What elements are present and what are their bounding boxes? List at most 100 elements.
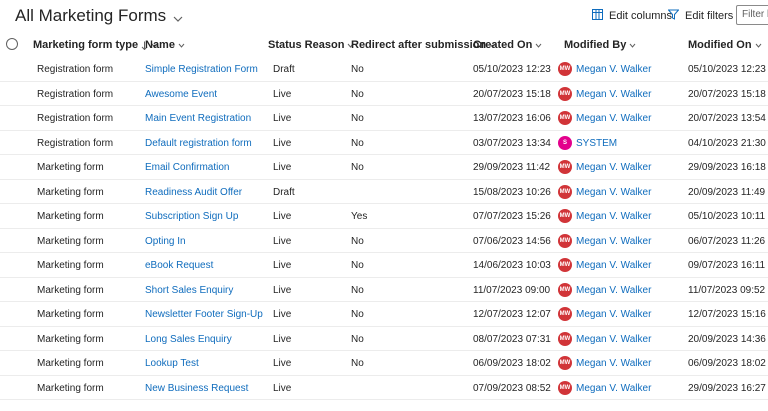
cell-created: 05/10/2023 12:23 [473, 64, 551, 75]
cell-created: 03/07/2023 13:34 [473, 137, 551, 149]
cell-status: Live [273, 260, 292, 271]
cell-modified-on: 06/09/2023 18:02 [688, 358, 766, 369]
cell-modified-by-link[interactable]: Megan V. Walker [576, 211, 651, 222]
column-header-created[interactable]: Created On [473, 39, 542, 51]
cell-modified-by-link[interactable]: Megan V. Walker [576, 309, 651, 320]
cell-status: Live [273, 382, 292, 394]
edit-columns-label: Edit columns [609, 10, 672, 22]
table-row[interactable]: Marketing form Readiness Audit Offer Draft… [0, 180, 768, 204]
cell-type: Marketing form [37, 284, 104, 296]
column-header-status[interactable]: Status Reason [268, 39, 354, 51]
cell-name-link[interactable]: Simple Registration Form [145, 64, 258, 75]
view-selector[interactable]: All Marketing Forms [15, 6, 184, 26]
table-row[interactable]: Marketing form Subscription Sign Up Live Ye… [0, 204, 768, 229]
cell-created: 07/06/2023 14:56 [473, 235, 551, 247]
cell-modified-by-link[interactable]: SYSTEM [576, 138, 617, 149]
cell-created: 08/07/2023 07:31 [473, 333, 551, 345]
cell-modified-by-link[interactable]: Megan V. Walker [576, 260, 651, 271]
cell-created: 13/07/2023 16:06 [473, 113, 551, 124]
cell-modified-on: 20/07/2023 15:18 [688, 88, 766, 100]
cell-modified-on: 20/09/2023 11:49 [688, 186, 766, 198]
cell-modified-by-link[interactable]: Megan V. Walker [576, 358, 651, 369]
cell-name-link[interactable]: Opting In [145, 236, 186, 247]
edit-columns-button[interactable]: Edit columns [592, 9, 672, 23]
cell-modified-on: 05/10/2023 12:23 [688, 64, 766, 75]
table-row[interactable]: Marketing form New Business Request Live 07… [0, 376, 768, 400]
cell-redirect: No [351, 88, 364, 100]
cell-name-link[interactable]: Long Sales Enquiry [145, 334, 232, 345]
table-row[interactable]: Marketing form Short Sales Enquiry Live No 1… [0, 278, 768, 302]
cell-name-link[interactable]: Readiness Audit Offer [145, 187, 242, 198]
page-title: All Marketing Forms [15, 6, 167, 25]
cell-redirect: No [351, 137, 364, 149]
cell-status: Live [273, 113, 292, 124]
cell-name-link[interactable]: eBook Request [145, 260, 213, 271]
column-header-modified-by[interactable]: Modified By [564, 39, 636, 51]
cell-redirect: No [351, 64, 364, 75]
avatar: MW [558, 160, 572, 174]
cell-status: Live [273, 358, 292, 369]
cell-name-link[interactable]: Main Event Registration [145, 113, 251, 124]
cell-name-link[interactable]: Default registration form [145, 138, 252, 149]
column-header-modified-on[interactable]: Modified On [688, 39, 762, 51]
table-row[interactable]: Registration form Main Event Registration… [0, 106, 768, 131]
cell-modified-by-link[interactable]: Megan V. Walker [576, 113, 651, 124]
cell-status: Live [273, 88, 292, 100]
cell-type: Marketing form [37, 382, 104, 394]
cell-name-link[interactable]: New Business Request [145, 383, 248, 394]
cell-modified-on: 29/09/2023 16:27 [688, 382, 766, 394]
table-row[interactable]: Marketing form Long Sales Enquiry Live No 08… [0, 327, 768, 351]
column-header-type[interactable]: Marketing form type [33, 39, 158, 51]
cell-created: 07/09/2023 08:52 [473, 382, 551, 394]
cell-created: 12/07/2023 12:07 [473, 309, 551, 320]
filter-keyword-input[interactable]: Filter by keyword [736, 5, 768, 25]
cell-redirect: No [351, 260, 364, 271]
cell-redirect: No [351, 284, 364, 296]
cell-redirect: No [351, 333, 364, 345]
table-row[interactable]: Registration form Awesome Event Live No 20/0… [0, 82, 768, 106]
table-row[interactable]: Registration form Default registration fo… [0, 131, 768, 155]
cell-created: 06/09/2023 18:02 [473, 358, 551, 369]
table-row[interactable]: Marketing form eBook Request Live No 14/06/2… [0, 253, 768, 278]
cell-type: Registration form [37, 88, 114, 100]
cell-created: 15/08/2023 10:26 [473, 186, 551, 198]
cell-created: 11/07/2023 09:00 [473, 284, 551, 296]
table-row[interactable]: Marketing form Opting In Live No 07/06/2023 … [0, 229, 768, 253]
column-header-name[interactable]: Name [145, 39, 185, 51]
edit-filters-label: Edit filters [685, 10, 734, 22]
cell-status: Live [273, 162, 292, 173]
cell-modified-by-link[interactable]: Megan V. Walker [576, 236, 651, 247]
cell-status: Draft [273, 64, 295, 75]
cell-name-link[interactable]: Short Sales Enquiry [145, 285, 233, 296]
cell-redirect: No [351, 162, 364, 173]
columns-icon [592, 9, 603, 23]
cell-modified-by-link[interactable]: Megan V. Walker [576, 334, 651, 345]
avatar: MW [558, 86, 572, 101]
chevron-down-icon [178, 43, 185, 48]
cell-modified-on: 04/10/2023 21:30 [688, 137, 766, 149]
cell-modified-on: 20/09/2023 14:36 [688, 333, 766, 345]
cell-name-link[interactable]: Subscription Sign Up [145, 211, 238, 222]
cell-name-link[interactable]: Email Confirmation [145, 162, 229, 173]
cell-name-link[interactable]: Lookup Test [145, 358, 199, 369]
cell-modified-on: 11/07/2023 09:52 [688, 284, 766, 296]
cell-modified-by-link[interactable]: Megan V. Walker [576, 64, 651, 75]
avatar: MW [558, 233, 572, 248]
cell-name-link[interactable]: Newsletter Footer Sign-Up [145, 309, 263, 320]
table-row[interactable]: Marketing form Email Confirmation Live No 29… [0, 155, 768, 180]
avatar: MW [558, 380, 572, 395]
table-row[interactable]: Marketing form Lookup Test Live No 06/09/202… [0, 351, 768, 376]
cell-created: 07/07/2023 15:26 [473, 211, 551, 222]
cell-modified-by-link[interactable]: Megan V. Walker [576, 383, 651, 394]
cell-name-link[interactable]: Awesome Event [145, 89, 217, 100]
table-row[interactable]: Marketing form Newsletter Footer Sign-Up L… [0, 302, 768, 327]
cell-modified-by-link[interactable]: Megan V. Walker [576, 162, 651, 173]
cell-modified-by-link[interactable]: Megan V. Walker [576, 187, 651, 198]
avatar: S [558, 135, 572, 150]
cell-modified-by-link[interactable]: Megan V. Walker [576, 89, 651, 100]
cell-type: Marketing form [37, 235, 104, 247]
avatar: MW [558, 209, 572, 223]
cell-modified-by-link[interactable]: Megan V. Walker [576, 285, 651, 296]
edit-filters-button[interactable]: Edit filters [667, 9, 734, 23]
table-row[interactable]: Registration form Simple Registration For… [0, 57, 768, 82]
